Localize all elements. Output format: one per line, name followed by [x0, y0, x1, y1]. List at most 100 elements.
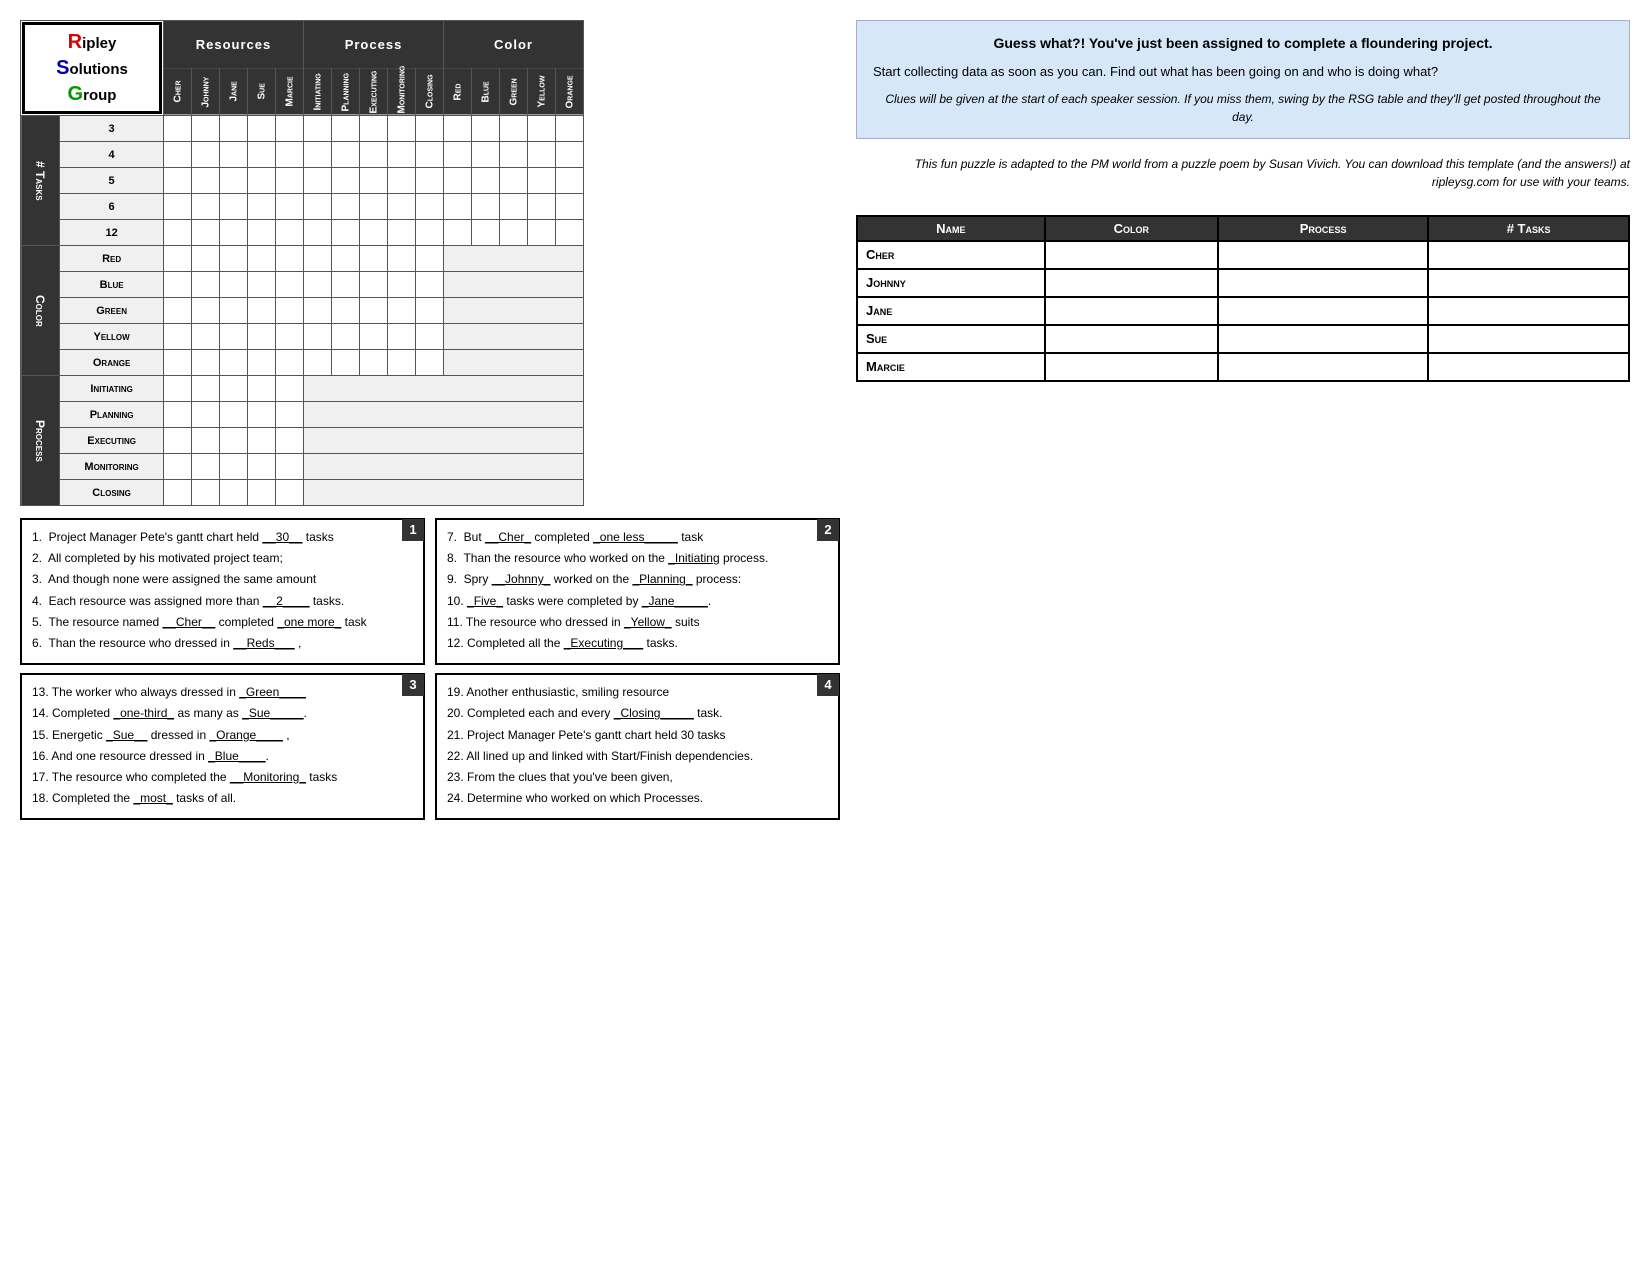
puzzle-grid: Ripley Solutions Group Resources Process…	[20, 20, 584, 506]
logo-cell: Ripley Solutions Group	[21, 21, 164, 116]
summary-row-2-color[interactable]	[1045, 297, 1218, 325]
summary-header-tasks: # Tasks	[1428, 216, 1629, 241]
summary-row-0-tasks[interactable]	[1428, 241, 1629, 269]
row-closing: Closing	[60, 480, 164, 506]
row-red: Red	[60, 246, 164, 272]
clue-3-2: 14. Completed _one-third_ as many as _Su…	[32, 704, 413, 723]
clue-3-3: 15. Energetic _Sue__ dressed in _Orange_…	[32, 726, 413, 745]
cell-3-green[interactable]	[500, 116, 528, 142]
summary-row-3-process[interactable]	[1218, 325, 1428, 353]
clue-1-4: 4. Each resource was assigned more than …	[32, 592, 413, 611]
summary-row-2-name: Jane	[857, 297, 1045, 325]
clue-2-4: 10. _Five_ tasks were completed by _Jane…	[447, 592, 828, 611]
color-section-label: Color	[21, 246, 60, 376]
clue-2-2: 8. Than the resource who worked on the _…	[447, 549, 828, 568]
row-planning: Planning	[60, 402, 164, 428]
color-header: Color	[444, 21, 584, 69]
col-closing: Closing	[416, 68, 444, 116]
summary-row-3-tasks[interactable]	[1428, 325, 1629, 353]
cell-3-johnny[interactable]	[192, 116, 220, 142]
summary-row-1-name: Johnny	[857, 269, 1045, 297]
col-blue: Blue	[472, 68, 500, 116]
summary-row-2-process[interactable]	[1218, 297, 1428, 325]
cell-3-cher[interactable]	[164, 116, 192, 142]
cell-3-sue[interactable]	[248, 116, 276, 142]
col-sue: Sue	[248, 68, 276, 116]
clue-4-1: 19. Another enthusiastic, smiling resour…	[447, 683, 828, 702]
cell-3-yellow[interactable]	[528, 116, 556, 142]
clue-3-4: 16. And one resource dressed in _Blue___…	[32, 747, 413, 766]
left-panel: Ripley Solutions Group Resources Process…	[20, 20, 840, 820]
clue-4-3: 21. Project Manager Pete's gantt chart h…	[447, 726, 828, 745]
cell-3-jane[interactable]	[220, 116, 248, 142]
cell-3-init[interactable]	[304, 116, 332, 142]
summary-row-1-tasks[interactable]	[1428, 269, 1629, 297]
clue-3-6: 18. Completed the _most_ tasks of all.	[32, 789, 413, 808]
cell-3-orange[interactable]	[556, 116, 584, 142]
clue-1-2: 2. All completed by his motivated projec…	[32, 549, 413, 568]
info-headline: Guess what?! You've just been assigned t…	[873, 33, 1613, 54]
summary-row-4-process[interactable]	[1218, 353, 1428, 381]
cell-3-plan[interactable]	[332, 116, 360, 142]
col-yellow: Yellow	[528, 68, 556, 116]
logo-ripley: ipley	[82, 35, 116, 52]
summary-header-name: Name	[857, 216, 1045, 241]
info-italic-note: Clues will be given at the start of each…	[873, 90, 1613, 126]
summary-row-0-process[interactable]	[1218, 241, 1428, 269]
summary-row-3-color[interactable]	[1045, 325, 1218, 353]
clue-3-1: 13. The worker who always dressed in _Gr…	[32, 683, 413, 702]
clue-number-1: 1	[402, 519, 424, 541]
col-monitoring: Monitoring	[388, 68, 416, 116]
summary-row-4-name: Marcie	[857, 353, 1045, 381]
clue-4-2: 20. Completed each and every _Closing___…	[447, 704, 828, 723]
clue-number-2: 2	[817, 519, 839, 541]
summary-table: Name Color Process # Tasks CherJohnnyJan…	[856, 215, 1630, 382]
clue-number-3: 3	[402, 674, 424, 696]
row-blue: Blue	[60, 272, 164, 298]
row-3: 3	[60, 116, 164, 142]
cell-3-red[interactable]	[444, 116, 472, 142]
logo-g: G	[68, 83, 84, 105]
cell-3-mon[interactable]	[388, 116, 416, 142]
process-header: Process	[304, 21, 444, 69]
col-marcie: Marcie	[276, 68, 304, 116]
process-section-label: Process	[21, 376, 60, 506]
row-orange: Orange	[60, 350, 164, 376]
summary-row-4-tasks[interactable]	[1428, 353, 1629, 381]
cell-3-blue[interactable]	[472, 116, 500, 142]
row-5: 5	[60, 168, 164, 194]
clues-area: 1 1. Project Manager Pete's gantt chart …	[20, 518, 840, 665]
summary-row-1-process[interactable]	[1218, 269, 1428, 297]
clue-box-2: 2 7. But __Cher_ completed _one less____…	[435, 518, 840, 665]
clue-1-5: 5. The resource named __Cher__ completed…	[32, 613, 413, 632]
summary-row-1-color[interactable]	[1045, 269, 1218, 297]
clue-2-1: 7. But __Cher_ completed _one less_____ …	[447, 528, 828, 547]
summary-header-color: Color	[1045, 216, 1218, 241]
clue-4-6: 24. Determine who worked on which Proces…	[447, 789, 828, 808]
logo-r: R	[68, 31, 82, 53]
logo: Ripley Solutions Group	[22, 22, 162, 114]
info-box: Guess what?! You've just been assigned t…	[856, 20, 1630, 139]
clue-box-3: 3 13. The worker who always dressed in _…	[20, 673, 425, 820]
clue-box-4: 4 19. Another enthusiastic, smiling reso…	[435, 673, 840, 820]
row-4: 4	[60, 142, 164, 168]
summary-row-2-tasks[interactable]	[1428, 297, 1629, 325]
tasks-section-label: # Tasks	[21, 116, 60, 246]
cell-3-clos[interactable]	[416, 116, 444, 142]
clue-4-5: 23. From the clues that you've been give…	[447, 768, 828, 787]
logo-s: S	[56, 57, 69, 79]
row-6: 6	[60, 194, 164, 220]
clue-3-5: 17. The resource who completed the __Mon…	[32, 768, 413, 787]
cell-3-exec[interactable]	[360, 116, 388, 142]
summary-row-0-color[interactable]	[1045, 241, 1218, 269]
col-orange: Orange	[556, 68, 584, 116]
clue-1-3: 3. And though none were assigned the sam…	[32, 570, 413, 589]
summary-row-4-color[interactable]	[1045, 353, 1218, 381]
cell-3-marcie[interactable]	[276, 116, 304, 142]
col-red: Red	[444, 68, 472, 116]
summary-wrapper: Name Color Process # Tasks CherJohnnyJan…	[856, 207, 1630, 382]
col-jane: Jane	[220, 68, 248, 116]
clue-2-6: 12. Completed all the _Executing___ task…	[447, 634, 828, 653]
resources-header: Resources	[164, 21, 304, 69]
clue-2-3: 9. Spry __Johnny_ worked on the _Plannin…	[447, 570, 828, 589]
